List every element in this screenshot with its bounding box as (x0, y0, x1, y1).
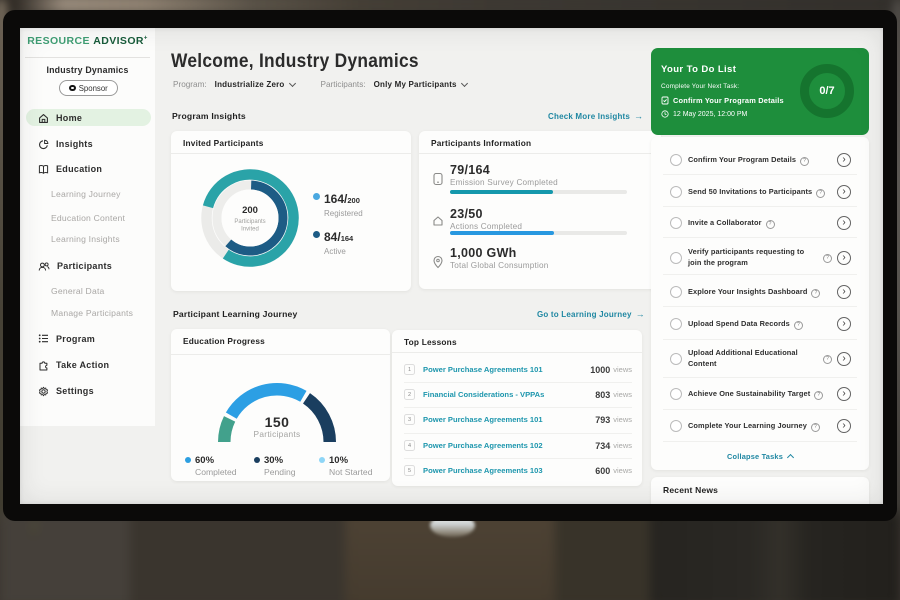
svg-text:200: 200 (242, 205, 258, 216)
svg-text:Invited: Invited (241, 227, 259, 233)
svg-text:Participants: Participants (234, 219, 265, 225)
